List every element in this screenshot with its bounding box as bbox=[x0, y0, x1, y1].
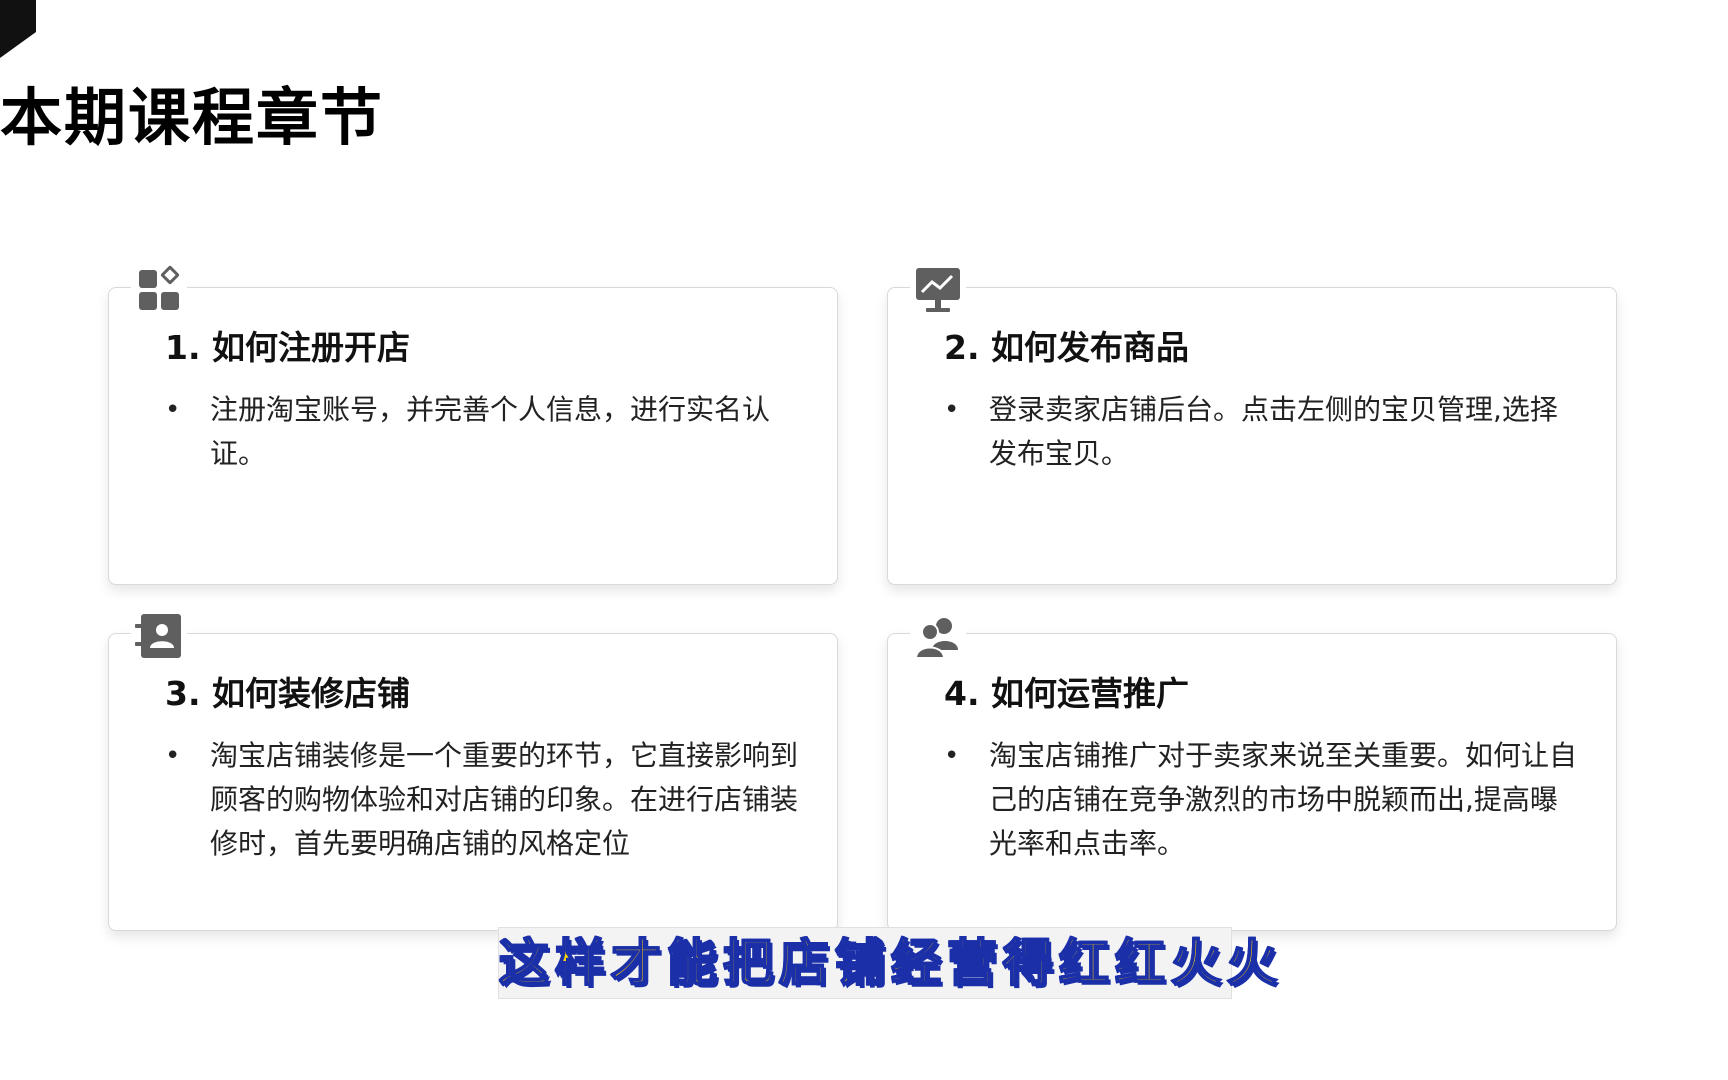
bullet-text: 注册淘宝账号，并完善个人信息，进行实名认证。 bbox=[210, 393, 771, 470]
contact-card-icon bbox=[131, 608, 187, 664]
subtitle-caption: 这样才能把店铺经营得红红火火 bbox=[498, 933, 1283, 993]
subtitle-banner: 这样才能把店铺经营得红红火火 bbox=[498, 927, 1283, 999]
bullet-marker: • bbox=[944, 395, 960, 425]
card-title: 3. 如何装修店铺 bbox=[165, 674, 410, 713]
chapter-card-2: 2. 如何发布商品 • 登录卖家店铺后台。点击左侧的宝贝管理,选择发布宝贝。 bbox=[887, 262, 1617, 585]
chapter-card-3: 3. 如何装修店铺 • 淘宝店铺装修是一个重要的环节，它直接影响到顾客的购物体验… bbox=[108, 608, 838, 931]
bullet-marker: • bbox=[944, 741, 960, 771]
corner-decoration bbox=[0, 0, 36, 58]
card-title: 1. 如何注册开店 bbox=[165, 328, 410, 367]
page-title: 本期课程章节 bbox=[0, 81, 385, 154]
bullet-marker: • bbox=[165, 395, 181, 425]
slide: 本期课程章节 1. 如何注册开店 • 注册淘宝账号，并完善个人信息，进行实名认证… bbox=[0, 0, 1728, 1080]
chapter-card-4: 4. 如何运营推广 • 淘宝店铺推广对于卖家来说至关重要。如何让自己的店铺在竞争… bbox=[887, 608, 1617, 931]
users-group-icon bbox=[910, 608, 966, 664]
bullet-marker: • bbox=[165, 741, 181, 771]
card-title: 4. 如何运营推广 bbox=[944, 674, 1189, 713]
bullet-text: 登录卖家店铺后台。点击左侧的宝贝管理,选择发布宝贝。 bbox=[989, 393, 1558, 470]
bullet-text: 淘宝店铺推广对于卖家来说至关重要。如何让自己的店铺在竞争激烈的市场中脱颖而出,提… bbox=[989, 739, 1578, 860]
chapter-card-1: 1. 如何注册开店 • 注册淘宝账号，并完善个人信息，进行实名认证。 bbox=[108, 262, 838, 585]
monitor-chart-icon bbox=[910, 262, 966, 318]
bullet-text: 淘宝店铺装修是一个重要的环节，它直接影响到顾客的购物体验和对店铺的印象。在进行店… bbox=[210, 739, 799, 860]
card-title: 2. 如何发布商品 bbox=[944, 328, 1189, 367]
apps-grid-icon bbox=[131, 262, 187, 318]
